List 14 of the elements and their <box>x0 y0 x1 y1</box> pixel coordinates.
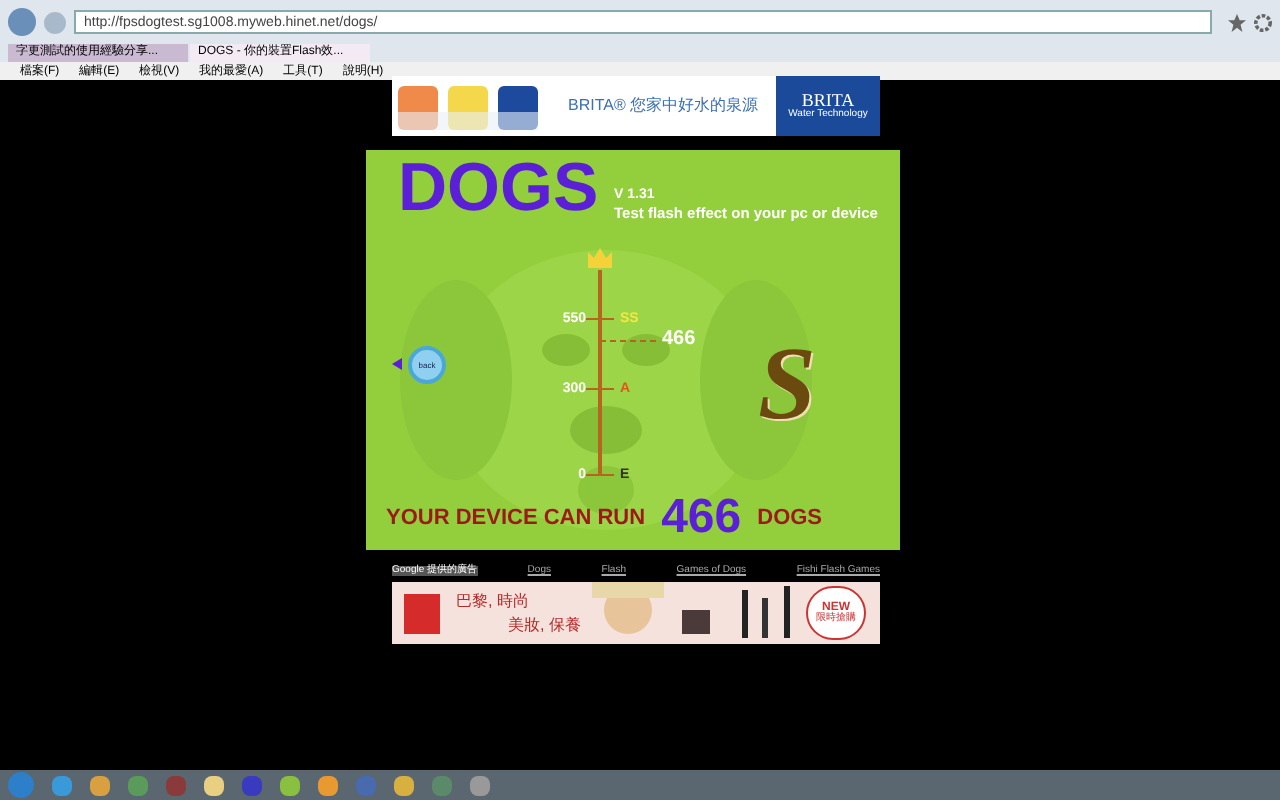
left-arrow-icon[interactable] <box>392 358 402 370</box>
ad-text: 美妝, 保養 <box>508 614 581 638</box>
start-icon[interactable] <box>8 772 34 798</box>
result-text: DOGS <box>757 503 823 534</box>
crown-icon <box>588 248 612 268</box>
star-icon[interactable] <box>1228 13 1246 31</box>
result-count: 466 <box>661 494 742 542</box>
ad-text: 巴黎, 時尚 <box>456 590 529 614</box>
grade-letter: S <box>758 334 816 438</box>
score-marker: 466 <box>662 330 696 351</box>
settings-icon[interactable] <box>1254 13 1272 31</box>
ad-slogan: BRITA® 您家中好水的泉源 <box>568 94 759 118</box>
app-title: DOGS <box>398 154 599 222</box>
result-text: YOUR DEVICE CAN RUN <box>386 503 646 534</box>
